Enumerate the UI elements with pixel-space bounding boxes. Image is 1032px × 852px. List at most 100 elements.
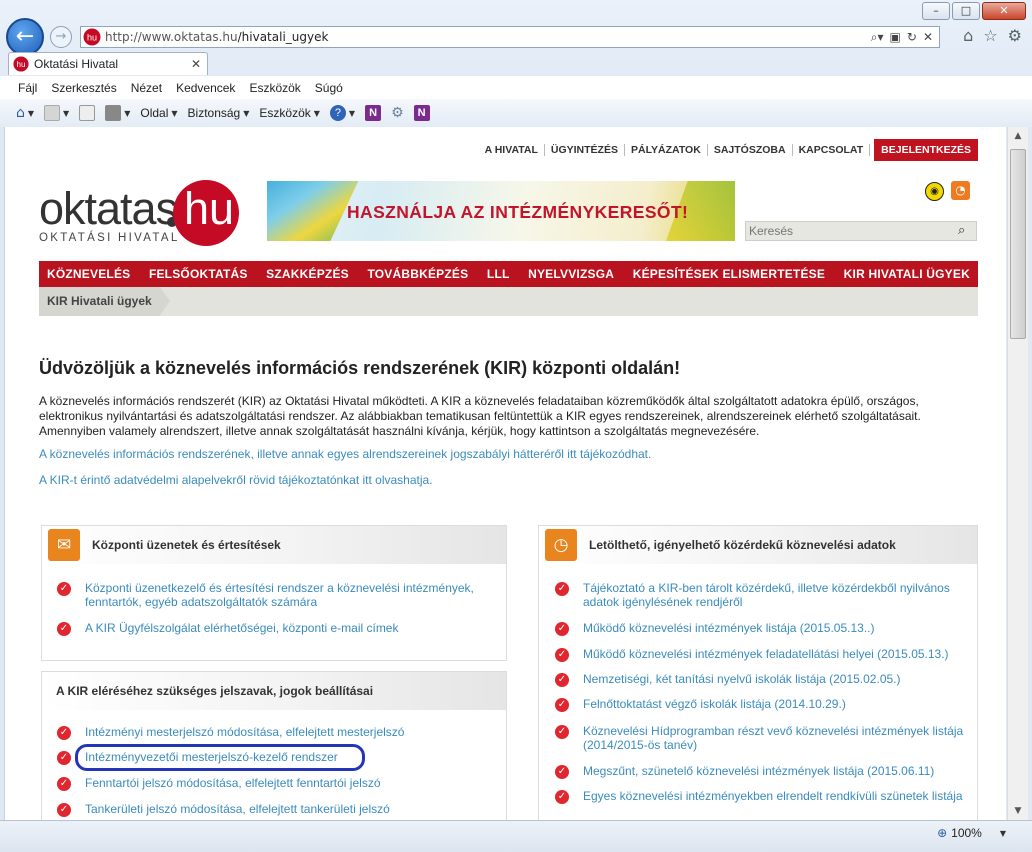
list-item[interactable]: ✓ Tankerületi jelszó módosítása, elfelej… xyxy=(57,802,497,817)
check-icon: ✓ xyxy=(555,648,569,662)
forward-button[interactable]: → xyxy=(50,26,72,48)
feeds-command[interactable]: ▼ xyxy=(44,105,69,121)
zoom-control[interactable]: ⊕ 100% ▼ xyxy=(937,826,1006,840)
check-icon: ✓ xyxy=(57,803,71,817)
onenote-linked-command[interactable]: N xyxy=(413,105,430,121)
check-icon: ✓ xyxy=(555,765,569,779)
scroll-up-icon[interactable]: ▲ xyxy=(1008,127,1028,145)
check-icon: ✓ xyxy=(57,622,71,636)
top-navigation: A HIVATAL ÜGYINTÉZÉS PÁLYÁZATOK SAJTÓSZO… xyxy=(479,139,978,161)
address-bar[interactable]: hu http://www.oktatas.hu/hivatali_ugyek … xyxy=(80,26,940,48)
menu-help[interactable]: Súgó xyxy=(315,81,343,95)
list-item[interactable]: ✓ A KIR Ügyfélszolgálat elérhetőségei, k… xyxy=(57,621,497,636)
check-icon: ✓ xyxy=(555,582,569,596)
scroll-thumb[interactable] xyxy=(1010,149,1026,339)
check-icon: ✓ xyxy=(555,698,569,712)
home-command[interactable]: ⌂ ▼ xyxy=(16,105,34,121)
printer-icon xyxy=(105,105,122,121)
list-item[interactable]: ✓ Intézményi mesterjelszó módosítása, el… xyxy=(57,725,497,740)
topnav-a-hivatal[interactable]: A HIVATAL xyxy=(479,144,545,156)
oktatas-favicon-icon: hu xyxy=(13,56,29,72)
nav-lll[interactable]: LLL xyxy=(487,267,510,281)
page-viewport: A HIVATAL ÜGYINTÉZÉS PÁLYÁZATOK SAJTÓSZO… xyxy=(4,127,1006,820)
safety-menu[interactable]: Biztonság ▼ xyxy=(188,106,250,120)
list-item[interactable]: ✓ Felnőttoktatást végző iskolák listája … xyxy=(555,697,970,712)
tab-oktatasi-hivatal[interactable]: hu Oktatási Hivatal ✕ xyxy=(8,52,208,75)
search-icon[interactable]: ⌕ xyxy=(958,222,976,240)
breadcrumb-item[interactable]: KIR Hivatali ügyek xyxy=(39,287,170,316)
page-title: Üdvözöljük a köznevelés információs rend… xyxy=(39,358,681,378)
topnav-palyazatok[interactable]: PÁLYÁZATOK xyxy=(625,144,708,156)
check-icon: ✓ xyxy=(57,582,71,596)
list-item[interactable]: ✓ Tájékoztató a KIR-ben tárolt közérdekű… xyxy=(555,581,970,609)
gear-icon: ⚙ xyxy=(391,105,404,121)
home-icon[interactable]: ⌂ xyxy=(963,26,973,45)
close-window-button[interactable]: ✕ xyxy=(982,2,1026,20)
topnav-kapcsolat[interactable]: KAPCSOLAT xyxy=(793,144,871,156)
menu-bar: Fájl Szerkesztés Nézet Kedvencek Eszközö… xyxy=(0,76,1032,99)
list-item[interactable]: ✓ Működő köznevelési intézmények listája… xyxy=(555,621,970,636)
nav-szakkepzes[interactable]: SZAKKÉPZÉS xyxy=(266,267,349,281)
site-logo[interactable]: oktatas hu OKTATÁSI HIVATAL xyxy=(39,179,264,249)
menu-favorites[interactable]: Kedvencek xyxy=(176,81,235,95)
nav-koznevelés[interactable]: KÖZNEVELÉS xyxy=(47,267,130,281)
scroll-down-icon[interactable]: ▼ xyxy=(1008,802,1028,820)
menu-file[interactable]: Fájl xyxy=(18,81,37,95)
list-item[interactable]: ✓ Fenntartói jelszó módosítása, elfelejt… xyxy=(57,776,497,791)
accessibility-icon[interactable]: ◉ xyxy=(925,182,944,201)
nav-felsooktatas[interactable]: FELSŐOKTATÁS xyxy=(149,267,248,281)
close-tab-icon[interactable]: ✕ xyxy=(191,57,201,71)
nav-kepesitesek[interactable]: KÉPESÍTÉSEK ELISMERTETÉSE xyxy=(633,267,825,281)
command-bar: ⌂ ▼ ▼ ▼ Oldal ▼ Biztonság ▼ Eszközök ▼ ? ▼ N … xyxy=(0,99,1032,127)
box-title: A KIR eléréséhez szükséges jelszavak, jo… xyxy=(56,684,374,698)
tools-menu[interactable]: Eszközök ▼ xyxy=(259,106,320,120)
clock-download-icon: ◷ xyxy=(545,529,577,561)
page-menu[interactable]: Oldal ▼ xyxy=(140,106,177,120)
settings-command[interactable]: ⚙ xyxy=(391,105,404,121)
topnav-sajtoszoba[interactable]: SAJTÓSZOBA xyxy=(708,144,793,156)
check-icon: ✓ xyxy=(555,622,569,636)
compat-view-icon[interactable]: ▣ xyxy=(890,30,901,45)
login-button[interactable]: BEJELENTKEZÉS xyxy=(874,139,978,161)
menu-tools[interactable]: Eszközök xyxy=(249,81,300,95)
onenote-command[interactable]: N xyxy=(365,105,382,121)
vertical-scrollbar[interactable]: ▲ ▼ xyxy=(1007,127,1028,820)
onenote-icon: N xyxy=(413,105,430,121)
stop-icon[interactable]: ✕ xyxy=(923,30,933,45)
maximize-button[interactable]: □ xyxy=(952,2,980,20)
window-controls: – □ ✕ xyxy=(922,2,1026,20)
tools-gear-icon[interactable]: ⚙ xyxy=(1008,26,1022,45)
list-item[interactable]: ✓ Egyes köznevelési intézményekben elren… xyxy=(555,789,970,804)
menu-edit[interactable]: Szerkesztés xyxy=(51,81,116,95)
print-command[interactable]: ▼ xyxy=(105,105,130,121)
envelope-icon: ✉ xyxy=(48,529,80,561)
topnav-ugyintezes[interactable]: ÜGYINTÉZÉS xyxy=(545,144,625,156)
list-item[interactable]: ✓ Megszűnt, szünetelő köznevelési intézm… xyxy=(555,764,970,779)
list-item[interactable]: ✓ Nemzetiségi, két tanítási nyelvű iskol… xyxy=(555,672,970,687)
check-icon: ✓ xyxy=(57,777,71,791)
nav-nyelvvizsga[interactable]: NYELVVIZSGA xyxy=(528,267,614,281)
url-text[interactable]: http://www.oktatas.hu/hivatali_ugyek xyxy=(105,30,871,44)
minimize-button[interactable]: – xyxy=(922,2,950,20)
back-button[interactable]: ← xyxy=(6,18,44,56)
list-item[interactable]: ✓ Köznevelési Hídprogramban részt vevő k… xyxy=(555,724,970,752)
box-title: Letölthető, igényelhető közérdekű köznev… xyxy=(589,538,896,552)
favorites-star-icon[interactable]: ☆ xyxy=(983,26,997,45)
list-item[interactable]: ✓ Működő köznevelési intézmények feladat… xyxy=(555,647,970,662)
privacy-link[interactable]: A KIR-t érintő adatvédelmi alapelvekről … xyxy=(39,473,433,487)
oktatas-favicon-icon: hu xyxy=(83,28,101,46)
nav-tovabbkepzes[interactable]: TOVÁBBKÉPZÉS xyxy=(367,267,468,281)
institution-search-banner[interactable]: HASZNÁLJA AZ INTÉZMÉNYKERESŐT! xyxy=(267,181,735,241)
list-item[interactable]: ✓ Központi üzenetkezelő és értesítési re… xyxy=(57,581,497,609)
search-icon[interactable]: ⌕▾ xyxy=(871,30,884,45)
refresh-icon[interactable]: ↻ xyxy=(907,30,917,45)
help-command[interactable]: ? ▼ xyxy=(329,105,355,121)
search-input[interactable] xyxy=(746,224,958,238)
check-icon: ✓ xyxy=(555,725,569,739)
status-bar: ⊕ 100% ▼ xyxy=(0,820,1032,852)
rss-icon[interactable]: ◔ xyxy=(951,181,970,200)
read-mail-command[interactable] xyxy=(79,105,96,121)
menu-view[interactable]: Nézet xyxy=(131,81,162,95)
nav-kir-hivatali-ugyek[interactable]: KIR HIVATALI ÜGYEK xyxy=(844,267,970,281)
legal-background-link[interactable]: A köznevelés információs rendszerének, i… xyxy=(39,447,651,461)
